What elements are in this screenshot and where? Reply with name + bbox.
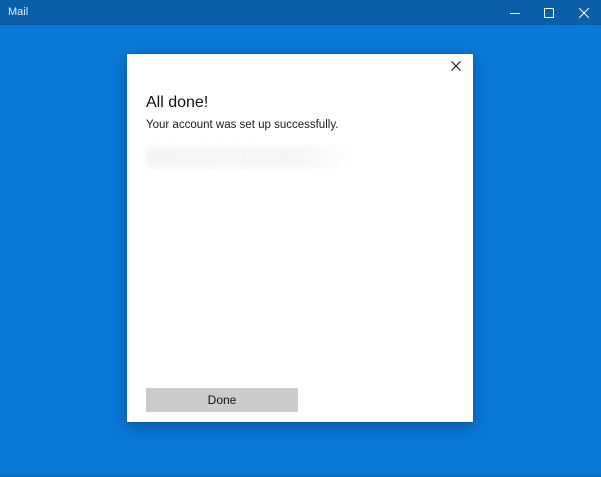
setup-complete-dialog: All done! Your account was set up succes… (127, 54, 473, 422)
title-bar[interactable]: Mail (0, 0, 601, 25)
maximize-button[interactable] (532, 0, 566, 25)
mail-app-window: Mail All done! Your account was set up s… (0, 0, 601, 477)
window-close-button[interactable] (567, 0, 601, 25)
done-button[interactable]: Done (146, 388, 298, 412)
minimize-button[interactable] (498, 0, 532, 25)
maximize-icon (544, 7, 554, 18)
dialog-title: All done! (146, 94, 209, 111)
app-title: Mail (8, 6, 29, 18)
close-icon (451, 61, 461, 71)
minimize-icon (510, 12, 520, 14)
dialog-close-button[interactable] (449, 59, 463, 73)
redacted-account-address (146, 146, 350, 168)
dialog-message: Your account was set up successfully. (146, 119, 339, 131)
close-icon (579, 7, 589, 18)
